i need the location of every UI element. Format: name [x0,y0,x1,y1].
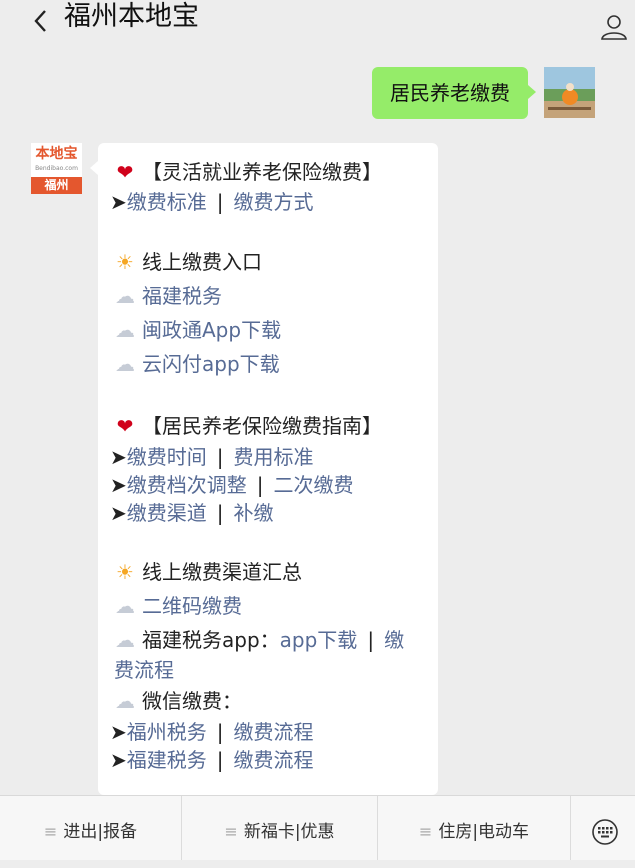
cloud-icon: ☁ [115,628,135,652]
channels-heading: ☀ 线上缴费渠道汇总 [114,559,302,585]
separator: | [216,748,224,772]
link-second-payment[interactable]: 二次缴费 [274,473,354,497]
arrow-icon: ➤ [110,720,127,744]
link-payment-flow[interactable]: 缴 [384,628,404,652]
link-payment-method[interactable]: 缴费方式 [234,190,314,214]
link-yunshanfu-app[interactable]: 云闪付app下载 [142,352,280,376]
cloud-icon: ☁ [115,318,135,342]
online-item: ☁ 云闪付app下载 [114,351,280,377]
arrow-icon: ➤ [110,748,127,772]
link-fujian-tax-2[interactable]: 福建税务 [127,748,207,772]
top-bar: 福州本地宝 [0,0,635,62]
menu-item-report[interactable]: ≡ 进出|报备 [0,796,181,860]
link-payment-flow-1[interactable]: 缴费流程 [234,720,314,744]
menu-item-housing[interactable]: ≡ 住房|电动车 [378,796,570,860]
online-item: ☁ 闽政通App下载 [114,317,281,343]
link-row: ➤缴费时间 | 费用标准 [110,444,314,470]
link-fuzhou-tax[interactable]: 福州税务 [127,720,207,744]
cloud-icon: ☁ [115,594,135,618]
menu-icon: ≡ [418,822,433,841]
channels-title: 线上缴费渠道汇总 [142,560,302,584]
section-heading: ❤ 【灵活就业养老保险缴费】 [114,159,382,185]
link-row: ➤缴费渠道 | 补缴 [110,500,274,526]
online-item: ☁ 福建税务 [114,283,222,309]
separator: | [367,628,375,652]
separator: | [216,720,224,744]
link-grade-adjust[interactable]: 缴费档次调整 [127,473,247,497]
logo-domain: Bendibao.com [35,165,78,172]
fujian-tax-app-label: 福建税务app： [142,628,280,652]
arrow-icon: ➤ [110,445,127,469]
separator: | [216,501,224,525]
section-heading: ❤ 【居民养老保险缴费指南】 [114,413,382,439]
separator: | [216,445,224,469]
heart-icon: ❤ [116,414,134,438]
channel-item-wrap: 费流程 [114,657,174,683]
profile-icon[interactable] [599,12,629,42]
keyboard-icon[interactable] [591,818,619,846]
logo-text: 本地宝 [35,146,78,162]
menu-item-card[interactable]: ≡ 新福卡|优惠 [182,796,377,860]
menu-icon: ≡ [43,822,58,841]
link-qrcode-payment[interactable]: 二维码缴费 [142,594,242,618]
link-payment-flow-2[interactable]: 缴费流程 [234,748,314,772]
menu-item-label: 新福卡|优惠 [243,822,335,842]
separator: | [216,190,224,214]
arrow-icon: ➤ [110,473,127,497]
heart-icon: ❤ [116,160,134,184]
channel-item: ☁ 微信缴费： [114,688,242,714]
outgoing-message: 居民养老缴费 [372,67,536,119]
arrow-icon: ➤ [110,501,127,525]
cloud-icon: ☁ [115,284,135,308]
link-fujian-tax[interactable]: 福建税务 [142,284,222,308]
link-payment-flow-cont[interactable]: 费流程 [114,658,174,682]
official-account-avatar[interactable]: 本地宝 Bendibao.com 福州 [31,143,82,194]
link-row: ➤缴费标准 | 缴费方式 [110,189,314,215]
cloud-icon: ☁ [115,689,135,713]
link-payment-standard[interactable]: 缴费标准 [127,190,207,214]
user-avatar[interactable] [544,67,595,118]
menu-icon: ≡ [224,822,238,841]
bottom-menu: ≡ 进出|报备 ≡ 新福卡|优惠 ≡ 住房|电动车 [0,795,635,860]
cloud-icon: ☁ [115,352,135,376]
link-row: ➤福州税务 | 缴费流程 [110,719,314,745]
link-payment-channel[interactable]: 缴费渠道 [127,501,207,525]
online-entry-heading: ☀ 线上缴费入口 [114,249,262,275]
channel-item: ☁ 二维码缴费 [114,593,242,619]
menu-item-label: 住房|电动车 [438,822,530,842]
logo-city: 福州 [31,177,82,194]
link-fee-standard[interactable]: 费用标准 [234,445,314,469]
link-row: ➤缴费档次调整 | 二次缴费 [110,472,354,498]
link-row: ➤福建税务 | 缴费流程 [110,747,314,773]
page-title: 福州本地宝 [64,1,199,32]
link-app-download[interactable]: app下载 [280,628,358,652]
menu-divider [570,796,571,860]
wechat-payment-label: 微信缴费： [142,689,242,713]
menu-item-label: 进出|报备 [63,822,138,842]
link-minzhengtong-app[interactable]: 闽政通App下载 [142,318,281,342]
channel-item: ☁ 福建税务app：app下载 | 缴 [114,627,404,653]
sun-icon: ☀ [116,560,134,584]
separator: | [256,473,264,497]
back-chevron-icon[interactable] [28,8,54,34]
link-payment-time[interactable]: 缴费时间 [127,445,207,469]
online-entry-title: 线上缴费入口 [142,250,262,274]
incoming-message: ❤ 【灵活就业养老保险缴费】 ➤缴费标准 | 缴费方式 ☀ 线上缴费入口 ☁ 福建税务 ☁… [90,143,438,795]
section-title: 【灵活就业养老保险缴费】 [142,160,382,184]
arrow-icon: ➤ [110,190,127,214]
section-title: 【居民养老保险缴费指南】 [142,414,382,438]
link-back-payment[interactable]: 补缴 [234,501,274,525]
sun-icon: ☀ [116,250,134,274]
